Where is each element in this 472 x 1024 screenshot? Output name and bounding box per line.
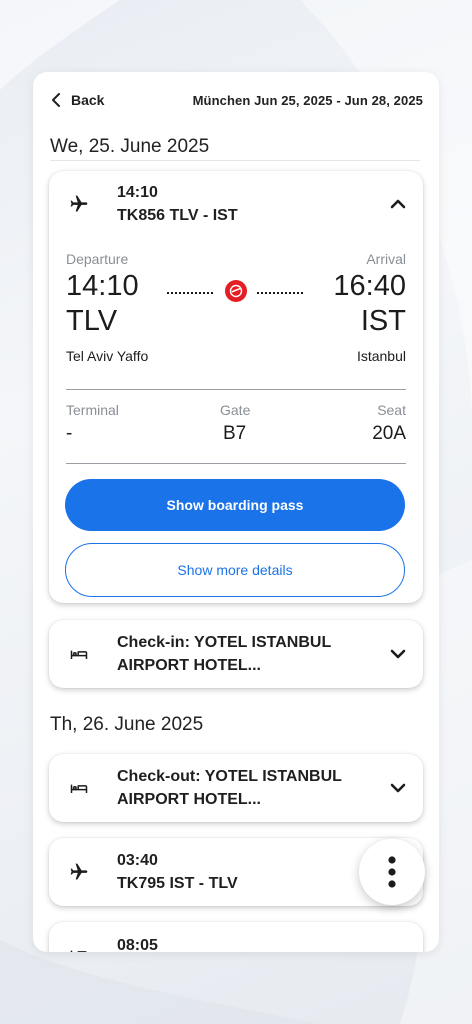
- hotel-card-header: Check-out: YOTEL ISTANBUL AIRPORT HOTEL.…: [49, 754, 423, 822]
- divider: [50, 160, 420, 161]
- turkish-airlines-logo-icon: [229, 284, 243, 298]
- bed-icon: [67, 942, 91, 952]
- arrival-city: Istanbul: [356, 348, 406, 364]
- route-dots-left: [167, 292, 213, 294]
- checkout-title-line1: Check-out: YOTEL ISTANBUL: [117, 768, 342, 785]
- itinerary-panel: Back München Jun 25, 2025 - Jun 28, 2025…: [33, 72, 439, 952]
- divider: [66, 389, 406, 390]
- chevron-left-icon: [52, 93, 60, 107]
- chevron-down-icon[interactable]: [389, 779, 407, 797]
- item-time: 08:05: [117, 937, 158, 952]
- top-bar: Back München Jun 25, 2025 - Jun 28, 2025: [33, 72, 439, 128]
- chevron-down-icon[interactable]: [389, 645, 407, 663]
- arrival-label: Arrival: [366, 251, 406, 267]
- day-heading: Th, 26. June 2025: [50, 714, 204, 735]
- checkin-title-line1: Check-in: YOTEL ISTANBUL: [117, 634, 332, 651]
- gate-value: B7: [223, 423, 247, 444]
- flight-card-expanded[interactable]: 14:10 TK856 TLV - IST Departure Arrival …: [49, 171, 423, 603]
- flight-number-route: TK795 IST - TLV: [117, 875, 238, 892]
- flight-details: Departure Arrival 14:10 16:40 TLV IST Te…: [49, 237, 423, 603]
- flight-number-route: TK856 TLV - IST: [117, 207, 238, 224]
- terminal-value: -: [66, 423, 73, 444]
- more-vert-icon: [388, 856, 396, 888]
- bed-icon: [67, 776, 91, 800]
- divider: [66, 463, 406, 464]
- hotel-card-header: Check-in: YOTEL ISTANBUL AIRPORT HOTEL..…: [49, 620, 423, 688]
- departure-label: Departure: [66, 251, 129, 267]
- hotel-checkout-card[interactable]: Check-out: YOTEL ISTANBUL AIRPORT HOTEL.…: [49, 754, 423, 822]
- flight-time: 14:10: [117, 184, 158, 201]
- departure-code: TLV: [66, 305, 118, 337]
- flight-time: 03:40: [117, 852, 158, 869]
- itinerary-card-partial[interactable]: 08:05: [49, 922, 423, 952]
- terminal-label: Terminal: [66, 402, 119, 418]
- arrival-code: IST: [360, 305, 406, 337]
- day-heading: We, 25. June 2025: [50, 136, 210, 157]
- trip-title: München Jun 25, 2025 - Jun 28, 2025: [192, 92, 423, 108]
- show-boarding-pass-button[interactable]: Show boarding pass: [65, 479, 405, 531]
- back-button[interactable]: Back: [49, 92, 104, 108]
- chevron-up-icon[interactable]: [389, 195, 407, 213]
- airplane-icon: [67, 860, 91, 884]
- bed-icon: [67, 642, 91, 666]
- airline-logo: [225, 280, 247, 302]
- flight-card-header[interactable]: 14:10 TK856 TLV - IST: [49, 171, 423, 237]
- arrival-time: 16:40: [333, 270, 406, 302]
- gate-label: Gate: [220, 402, 251, 418]
- seat-value: 20A: [372, 423, 406, 444]
- hotel-checkin-card[interactable]: Check-in: YOTEL ISTANBUL AIRPORT HOTEL..…: [49, 620, 423, 688]
- seat-label: Seat: [377, 402, 406, 418]
- checkout-title-line2: AIRPORT HOTEL...: [117, 791, 261, 808]
- show-more-details-button[interactable]: Show more details: [65, 543, 405, 597]
- airplane-icon: [67, 192, 91, 216]
- route-dots-right: [257, 292, 303, 294]
- back-label: Back: [71, 92, 105, 108]
- more-options-button[interactable]: [359, 839, 425, 905]
- card-header: 08:05: [49, 922, 423, 952]
- checkin-title-line2: AIRPORT HOTEL...: [117, 657, 261, 674]
- departure-city: Tel Aviv Yaffo: [66, 348, 149, 364]
- departure-time: 14:10: [66, 270, 139, 302]
